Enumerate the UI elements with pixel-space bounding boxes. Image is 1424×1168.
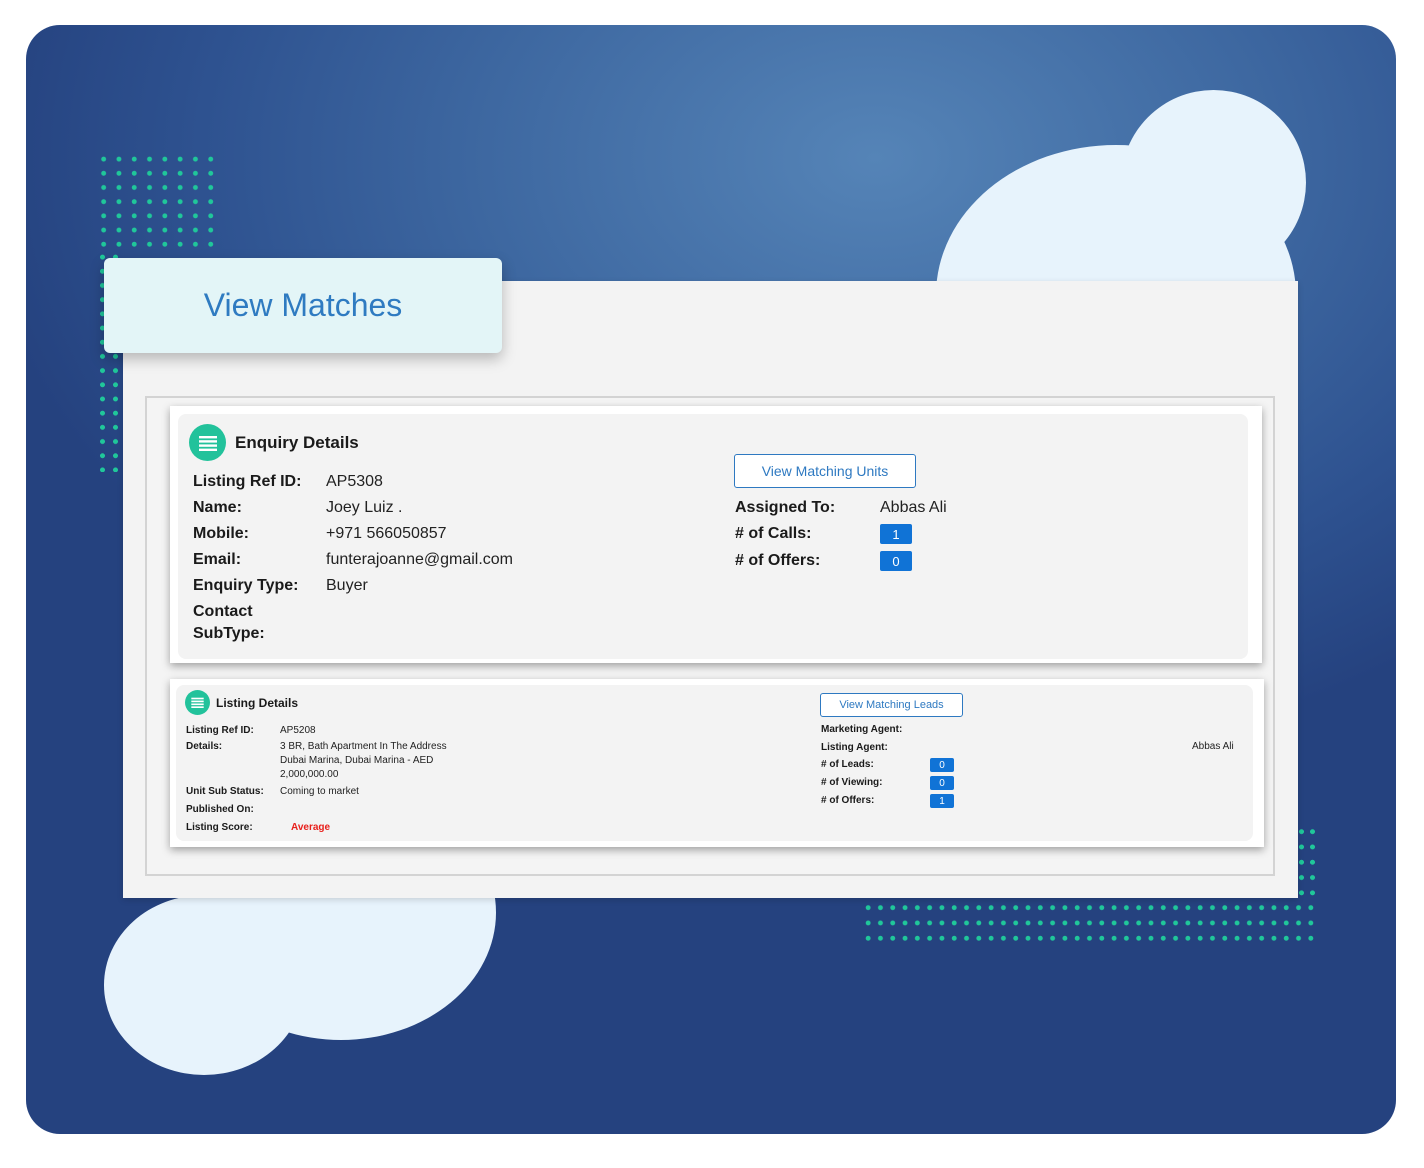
listing-details-value-2: Dubai Marina, Dubai Marina - AED xyxy=(280,755,434,766)
enquiry-details-title: Enquiry Details xyxy=(235,433,359,452)
enquiry-email-label: Email: xyxy=(193,551,242,568)
listing-details-value-1: 3 BR, Bath Apartment In The Address xyxy=(280,741,447,752)
dot-pattern-right-column xyxy=(1296,824,1318,904)
listing-details-title: Listing Details xyxy=(216,696,299,710)
listing-ref-value: AP5208 xyxy=(280,725,316,736)
enquiry-name-value: Joey Luiz . xyxy=(326,499,403,516)
list-icon xyxy=(189,424,226,461)
listing-agent-value: Abbas Ali xyxy=(1192,741,1234,752)
dot-pattern-bottom-right xyxy=(862,900,1318,946)
listing-details-label: Details: xyxy=(186,741,223,752)
viewing-badge[interactable]: 0 xyxy=(930,776,954,790)
cloud-top-right-small xyxy=(1121,90,1306,275)
cloud-bottom-left-small xyxy=(104,895,304,1075)
unit-sub-status-value: Coming to market xyxy=(280,786,359,797)
view-matches-title: View Matches xyxy=(203,287,403,323)
enquiry-listing-ref-label: Listing Ref ID: xyxy=(193,473,302,490)
leads-badge[interactable]: 0 xyxy=(930,758,954,772)
listing-offers-label: # of Offers: xyxy=(821,795,875,806)
enquiry-listing-ref-value: AP5308 xyxy=(326,473,383,490)
enquiry-type-value: Buyer xyxy=(326,577,368,594)
enquiry-contact-subtype-label-1: Contact xyxy=(193,603,253,620)
calls-badge[interactable]: 1 xyxy=(880,524,912,544)
calls-label: # of Calls: xyxy=(735,525,812,542)
enquiry-offers-badge[interactable]: 0 xyxy=(880,551,912,571)
enquiry-name-label: Name: xyxy=(193,499,242,516)
view-matching-leads-button[interactable]: View Matching Leads xyxy=(820,693,963,717)
enquiry-email-value: funterajoanne@gmail.com xyxy=(326,551,514,568)
listing-details-value-3: 2,000,000.00 xyxy=(280,769,339,780)
list-icon xyxy=(185,690,210,715)
enquiry-type-label: Enquiry Type: xyxy=(193,577,299,594)
enquiry-mobile-value: +971 566050857 xyxy=(326,525,447,542)
listing-agent-label: Listing Agent: xyxy=(821,742,888,753)
listing-score-value: Average xyxy=(291,822,331,833)
leads-label: # of Leads: xyxy=(821,759,874,770)
viewing-label: # of Viewing: xyxy=(821,777,883,788)
marketing-agent-label: Marketing Agent: xyxy=(821,724,903,735)
listing-score-label: Listing Score: xyxy=(186,822,253,833)
enquiry-mobile-label: Mobile: xyxy=(193,525,249,542)
assigned-to-value: Abbas Ali xyxy=(880,499,947,516)
view-matches-tab[interactable]: View Matches xyxy=(104,258,502,353)
listing-offers-badge[interactable]: 1 xyxy=(930,794,954,808)
unit-sub-status-label: Unit Sub Status: xyxy=(186,786,264,797)
enquiry-contact-subtype-label-2: SubType: xyxy=(193,625,265,642)
listing-ref-label: Listing Ref ID: xyxy=(186,725,254,736)
assigned-to-label: Assigned To: xyxy=(735,499,836,516)
published-on-label: Published On: xyxy=(186,804,254,815)
enquiry-offers-label: # of Offers: xyxy=(735,552,821,569)
dot-pattern-top-left xyxy=(96,152,218,250)
view-matching-units-button[interactable]: View Matching Units xyxy=(734,454,916,488)
